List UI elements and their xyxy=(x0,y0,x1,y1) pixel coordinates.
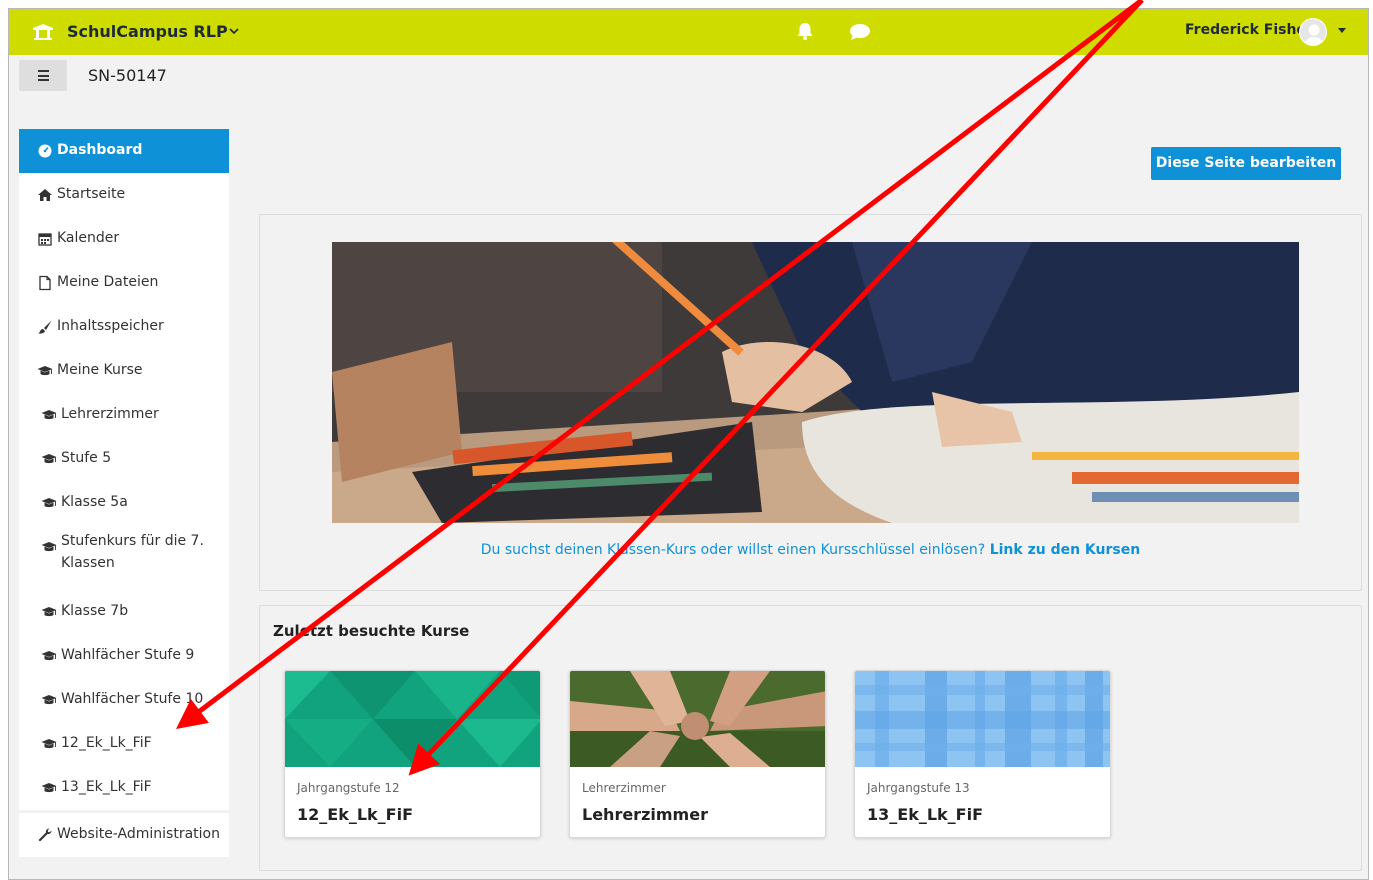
course-search-text: Du suchst deinen Klassen-Kurs oder wills… xyxy=(480,542,986,558)
sidebar-item-label: Stufe 5 xyxy=(61,450,112,466)
menu-toggle-button[interactable] xyxy=(19,60,67,91)
sidebar-item-kalender[interactable]: Kalender xyxy=(19,217,229,261)
sidebar-item-label: Website-Administration xyxy=(57,826,220,842)
graduation-cap-icon xyxy=(37,366,53,376)
sidebar-item-label: Dashboard xyxy=(57,142,143,158)
sidebar-item-label: Meine Kurse xyxy=(57,362,143,378)
hamburger-line xyxy=(38,79,49,81)
sidebar-item-dashboard[interactable]: Dashboard xyxy=(19,129,229,173)
sidebar-item-inhaltsspeicher[interactable]: Inhaltsspeicher xyxy=(19,305,229,349)
sidebar-item-label: 12_Ek_Lk_FiF xyxy=(61,735,152,751)
graduation-cap-icon xyxy=(41,695,57,705)
graduation-cap-icon xyxy=(41,607,57,617)
sidebar-admin-block: Website-Administration xyxy=(19,813,229,857)
calendar-icon xyxy=(38,233,52,246)
graduation-cap-icon xyxy=(41,651,57,661)
course-category: Jahrgangstufe 12 xyxy=(297,781,400,795)
user-avatar-icon xyxy=(1305,24,1323,45)
graduation-cap-icon xyxy=(41,454,57,464)
user-name[interactable]: Frederick Fisher xyxy=(1185,22,1313,38)
hero-illustration xyxy=(332,242,1299,523)
course-card-lehrerzimmer[interactable]: Lehrerzimmer Lehrerzimmer xyxy=(569,670,826,838)
sidebar-nav: Dashboard Startseite Kalender Meine Date… xyxy=(19,129,229,857)
sidebar-item-label: Klasse 7b xyxy=(61,603,129,619)
course-name[interactable]: 12_Ek_Lk_FiF xyxy=(297,805,413,824)
course-search-hint: Du suchst deinen Klassen-Kurs oder wills… xyxy=(260,542,1361,558)
sidebar-item-meine-kurse[interactable]: Meine Kurse xyxy=(19,349,229,393)
sidebar-item-lehrerzimmer[interactable]: Lehrerzimmer xyxy=(19,393,229,437)
sidebar-item-label: 13_Ek_Lk_FiF xyxy=(61,779,152,795)
hero-image xyxy=(332,242,1299,523)
sidebar-item-13-ek-lk-fif[interactable]: 13_Ek_Lk_FiF xyxy=(19,766,229,810)
sidebar-item-klasse-7b[interactable]: Klasse 7b xyxy=(19,590,229,634)
course-image xyxy=(855,671,1110,767)
sidebar-item-label: Wahlfächer Stufe 9 xyxy=(61,647,195,663)
sidebar-item-stufenkurs-7[interactable]: Stufenkurs für die 7. Klassen xyxy=(19,525,229,590)
course-name[interactable]: 13_Ek_Lk_FiF xyxy=(867,805,983,824)
welcome-block: Du suchst deinen Klassen-Kurs oder wills… xyxy=(259,214,1362,591)
chevron-down-icon[interactable] xyxy=(229,28,239,35)
page-heading: SN-50147 xyxy=(88,66,167,85)
home-icon xyxy=(38,189,52,201)
sidebar-item-label: Meine Dateien xyxy=(57,274,159,290)
sidebar-item-website-administration[interactable]: Website-Administration xyxy=(19,813,229,857)
course-card-12-ek-lk-fif[interactable]: Jahrgangstufe 12 12_Ek_Lk_FiF xyxy=(284,670,541,838)
dashboard-icon xyxy=(38,144,52,158)
course-category: Jahrgangstufe 13 xyxy=(867,781,970,795)
graduation-cap-icon xyxy=(41,542,57,552)
sidebar-item-label: Wahlfächer Stufe 10 xyxy=(61,691,204,707)
chat-bubble-icon[interactable] xyxy=(849,23,871,41)
sidebar-item-stufe-5[interactable]: Stufe 5 xyxy=(19,437,229,481)
wrench-icon xyxy=(38,828,52,842)
sidebar-item-label: Inhaltsspeicher xyxy=(57,318,164,334)
hamburger-line xyxy=(38,70,49,72)
course-image xyxy=(570,671,825,767)
sidebar-main-block: Dashboard Startseite Kalender Meine Date… xyxy=(19,129,229,810)
bell-icon[interactable] xyxy=(795,21,815,41)
sidebar-item-label: Lehrerzimmer xyxy=(61,406,159,422)
sidebar-item-meine-dateien[interactable]: Meine Dateien xyxy=(19,261,229,305)
sidebar-item-wahlfaecher-10[interactable]: Wahlfächer Stufe 10 xyxy=(19,678,229,722)
graduation-cap-icon xyxy=(41,410,57,420)
sidebar-item-wahlfaecher-9[interactable]: Wahlfächer Stufe 9 xyxy=(19,634,229,678)
edit-page-button[interactable]: Diese Seite bearbeiten xyxy=(1151,147,1341,180)
sidebar-item-startseite[interactable]: Startseite xyxy=(19,173,229,217)
caret-down-icon[interactable] xyxy=(1338,28,1346,33)
sidebar-item-12-ek-lk-fif[interactable]: 12_Ek_Lk_FiF xyxy=(19,722,229,766)
course-card-13-ek-lk-fif[interactable]: Jahrgangstufe 13 13_Ek_Lk_FiF xyxy=(854,670,1111,838)
section-title: Zuletzt besuchte Kurse xyxy=(273,622,470,640)
hamburger-line xyxy=(38,74,49,77)
course-category: Lehrerzimmer xyxy=(582,781,666,795)
site-title[interactable]: SchulCampus RLP xyxy=(67,22,228,41)
sidebar-item-label: Kalender xyxy=(57,230,120,246)
course-image xyxy=(285,671,540,767)
courses-link[interactable]: Link zu den Kursen xyxy=(990,542,1141,558)
graduation-cap-icon xyxy=(41,498,57,508)
avatar[interactable] xyxy=(1299,18,1327,46)
course-name[interactable]: Lehrerzimmer xyxy=(582,805,708,824)
brush-icon xyxy=(38,320,52,334)
school-logo-icon[interactable] xyxy=(31,23,55,41)
sidebar-item-label: Klasse 5a xyxy=(61,494,128,510)
graduation-cap-icon xyxy=(41,739,57,749)
sidebar-item-klasse-5a[interactable]: Klasse 5a xyxy=(19,481,229,525)
file-icon xyxy=(39,275,51,291)
top-navbar: SchulCampus RLP Frederick Fisher xyxy=(9,9,1368,55)
sidebar-item-label: Stufenkurs für die 7. Klassen xyxy=(61,533,204,571)
graduation-cap-icon xyxy=(41,783,57,793)
sidebar-item-label: Startseite xyxy=(57,186,126,202)
page-frame: SchulCampus RLP Frederick Fisher SN-5014… xyxy=(8,8,1369,880)
recent-courses-block: Zuletzt besuchte Kurse Jahrgangstufe 12 … xyxy=(259,605,1362,871)
